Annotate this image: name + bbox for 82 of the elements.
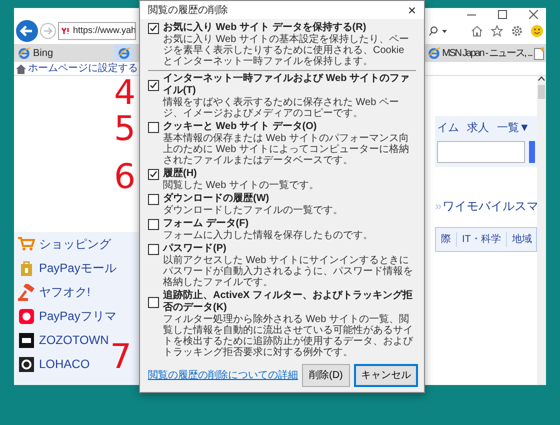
scroll-up-icon[interactable]	[538, 76, 545, 81]
handwritten-number: 4	[114, 76, 136, 110]
checkmark-icon	[149, 170, 158, 178]
app-logo-icon	[18, 308, 35, 324]
new-tab-icon[interactable]	[534, 46, 544, 60]
handwritten-number: 5	[114, 112, 136, 146]
checkbox[interactable]	[148, 168, 159, 180]
app-logo-icon	[18, 356, 35, 372]
checkbox-option[interactable]: 履歴(H)	[148, 168, 416, 180]
sidebar-link[interactable]: PayPayフリマ	[18, 306, 116, 326]
option-label: 履歴(H)	[163, 168, 197, 180]
checkbox[interactable]	[148, 22, 159, 34]
search-icon[interactable]	[429, 26, 438, 36]
nav-link[interactable]: 一覧▼	[497, 120, 530, 136]
option-label: パスワード(P)	[163, 243, 226, 254]
checkbox[interactable]	[148, 244, 159, 254]
dialog-title: 閲覧の履歴の削除	[148, 4, 228, 18]
option-label: クッキーと Web サイト データ(O)	[163, 121, 317, 132]
search-field[interactable]	[437, 140, 525, 162]
dialog-button[interactable]: キャンセル	[354, 364, 418, 387]
option-label: フォーム データ(F)	[163, 218, 249, 230]
nav-link[interactable]: イム	[437, 120, 459, 136]
option-description: ダウンロードしたファイルの一覧です。	[162, 205, 344, 216]
option-label: お気に入り Web サイト データを保持する(R)	[163, 22, 366, 34]
checkbox[interactable]	[148, 80, 159, 90]
checkbox-option[interactable]: パスワード(P)	[148, 243, 416, 255]
checkbox[interactable]	[148, 296, 159, 308]
cart-icon	[18, 236, 35, 252]
close-icon[interactable]	[529, 10, 538, 18]
sidebar-link[interactable]: LOHACO	[18, 354, 90, 374]
chevron-icon: »	[435, 196, 442, 214]
gavel-icon	[18, 284, 35, 300]
dropdown-caret-icon[interactable]	[442, 30, 447, 32]
checkbox-option[interactable]: クッキーと Web サイト データ(O)	[148, 121, 416, 133]
option-description: お気に入り Web サイトの基本設定を保持したり、ページを素早く表示したりするために使用される、Cookie とインターネット一時ファイルを保持します。	[162, 34, 410, 67]
sidebar-link[interactable]: ショッピング	[18, 234, 111, 254]
checkbox-option[interactable]: ダウンロードの履歴(W)	[148, 193, 416, 205]
checkbox[interactable]	[148, 194, 159, 204]
sidebar-link[interactable]: ヤフオク!	[18, 282, 90, 302]
favorites-link[interactable]: ホームページに設定する	[28, 61, 138, 76]
nav-link[interactable]: 求人	[467, 120, 489, 136]
option-description: 以前アクセスした Web サイトにサインインするときにパスワードが自動入力されるように、パスワード情報を格納したファイルです。	[162, 255, 414, 288]
sidebar-link[interactable]: PayPayモール	[18, 258, 116, 278]
site-favicon-icon	[61, 27, 71, 35]
close-button[interactable]: ×	[408, 0, 416, 20]
home-icon[interactable]	[471, 25, 483, 37]
browser-logo-icon	[18, 47, 30, 59]
option-description: 基本情報の保存または Web サイトのパフォーマンス向上のために Web サイトによってコンピューターに格納されたファイルまたはデータベースです。	[162, 133, 410, 166]
option-label: ダウンロードの履歴(W)	[163, 193, 270, 205]
home-icon	[16, 64, 26, 74]
search-button[interactable]	[529, 140, 535, 162]
category-link[interactable]: IT・科学	[456, 232, 506, 246]
option-description: 情報をすばやく表示するために保存された Web ページ、イメージおよびメディアのコピーです。	[162, 97, 400, 119]
handwritten-number: 7	[110, 340, 132, 374]
star-icon[interactable]	[491, 25, 503, 37]
maximize-icon[interactable]	[498, 10, 507, 18]
browser-logo-icon	[118, 47, 130, 59]
option-description: 閲覧した Web サイトの一覧です。	[162, 180, 320, 191]
category-link[interactable]: 際	[436, 232, 456, 246]
checkbox-option[interactable]: お気に入り Web サイト データを保持する(R)	[148, 22, 416, 34]
checkmark-icon	[149, 24, 158, 32]
checkmark-icon	[149, 81, 158, 89]
promo-link[interactable]: ワイモバイルスマ	[442, 196, 539, 214]
browser-tab[interactable]	[114, 44, 134, 62]
browser-logo-icon	[428, 47, 440, 59]
smiley-icon[interactable]	[531, 25, 543, 37]
browser-tab[interactable]: MSN Japan - ニュース, ...	[427, 44, 532, 62]
handwritten-number: 6	[114, 160, 136, 194]
option-description: フォームに入力した情報を保存したものです。	[162, 230, 374, 241]
scroll-thumb[interactable]	[538, 85, 545, 99]
settings-icon[interactable]	[511, 25, 523, 37]
shopping-bag-icon	[18, 260, 35, 276]
checkbox-option[interactable]: フォーム データ(F)	[148, 218, 416, 230]
scrollbar[interactable]	[537, 76, 546, 385]
option-description: フィルター処理から除外される Web サイトの一覧、閲覧した情報を自動的に流出させている可能性があるサイトを検出するために追跡防止が使用するデータ、およびトラッキング拒否要求に対する例外です。	[162, 314, 414, 358]
checkbox[interactable]	[148, 218, 159, 230]
app-logo-icon	[18, 332, 35, 348]
help-link[interactable]: 閲覧の履歴の削除についての詳細	[148, 368, 298, 383]
dialog-button[interactable]: 削除(D)	[302, 364, 350, 387]
checkbox[interactable]	[148, 122, 159, 132]
browser-tab[interactable]: Bing	[14, 44, 114, 62]
sidebar-link[interactable]: ZOZOTOWN	[18, 330, 109, 350]
